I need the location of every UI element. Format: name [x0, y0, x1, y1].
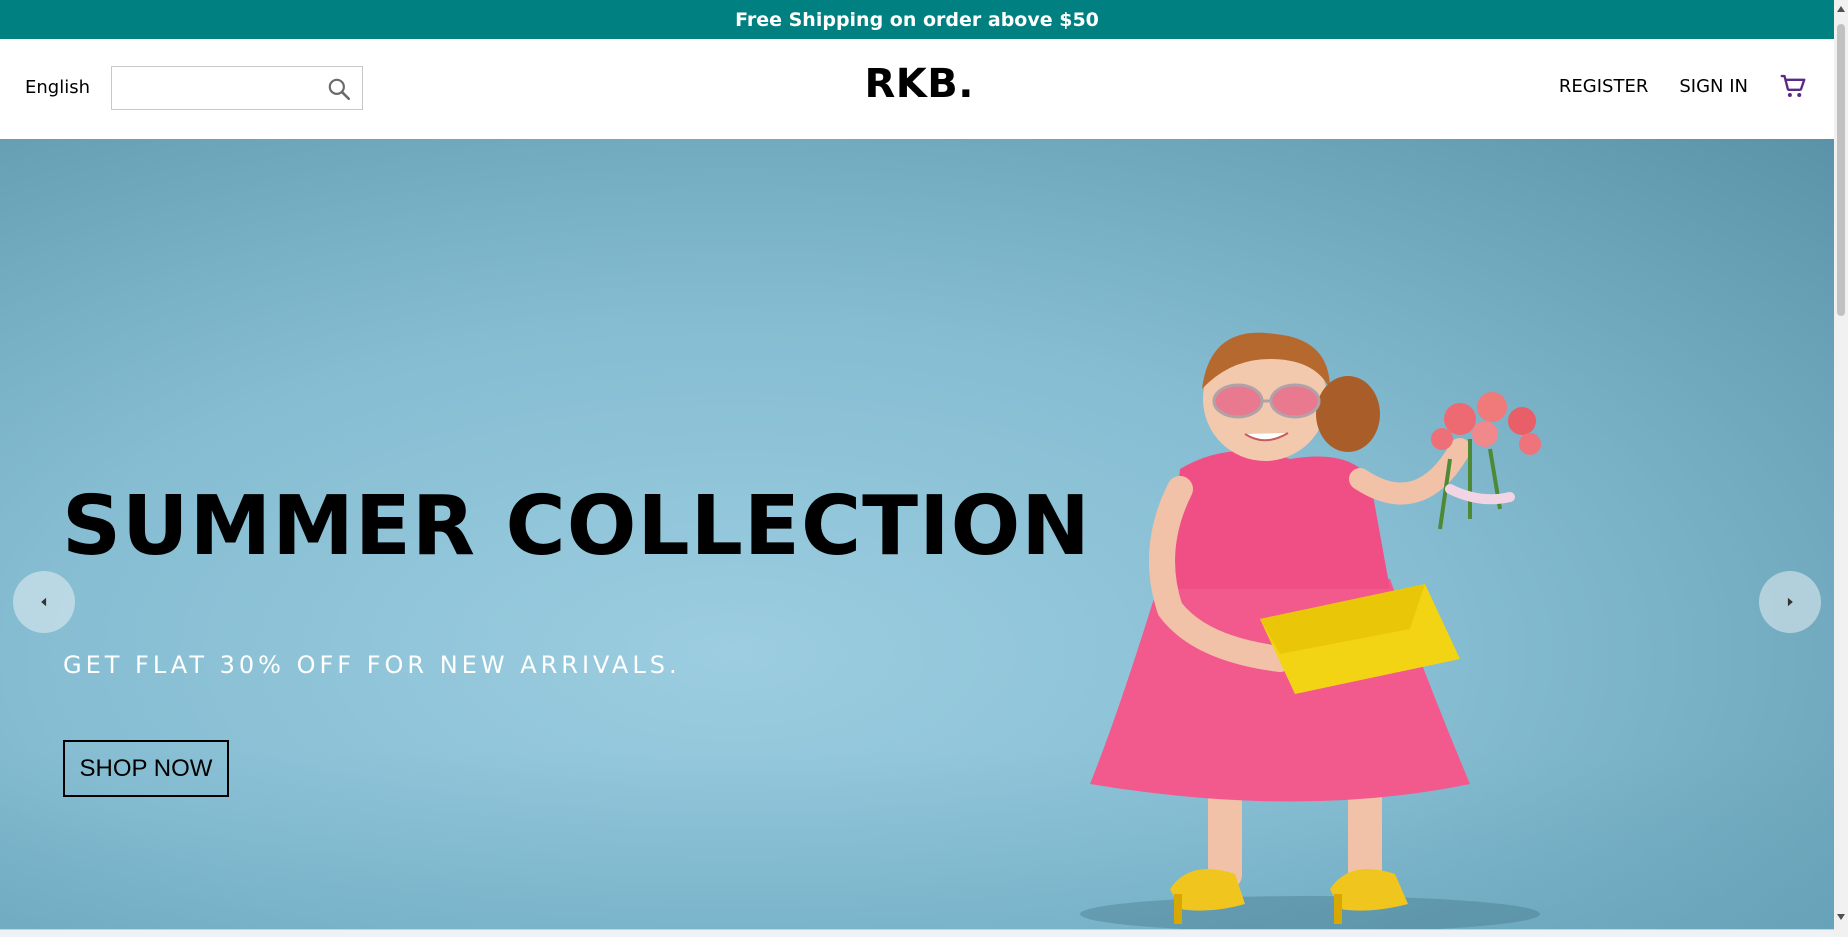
scroll-down-arrow-icon[interactable]: [1837, 914, 1845, 920]
search-box: [111, 66, 363, 110]
scroll-up-arrow-icon[interactable]: [1837, 6, 1845, 12]
hero-slider: SUMMER COLLECTION GET FLAT 30% OFF FOR N…: [0, 139, 1834, 929]
announcement-bar: Free Shipping on order above $50: [0, 0, 1834, 39]
search-icon[interactable]: [326, 76, 352, 102]
register-link[interactable]: REGISTER: [1559, 76, 1648, 97]
announcement-text: Free Shipping on order above $50: [735, 8, 1099, 31]
hero-subtitle: GET FLAT 30% OFF FOR NEW ARRIVALS.: [63, 651, 681, 679]
shop-now-button[interactable]: SHOP NOW: [63, 740, 229, 797]
page: Free Shipping on order above $50 English…: [0, 0, 1848, 937]
shopping-cart-icon[interactable]: [1778, 71, 1808, 101]
slider-next-button[interactable]: [1759, 571, 1821, 633]
sign-in-link[interactable]: SIGN IN: [1679, 76, 1748, 97]
vertical-scrollbar[interactable]: [1834, 0, 1848, 937]
bottom-edge: [0, 929, 1834, 937]
language-selector[interactable]: English: [25, 77, 90, 98]
hero-image: [1080, 332, 1541, 929]
scrollbar-thumb[interactable]: [1837, 24, 1845, 316]
chevron-right-icon: [1787, 597, 1793, 607]
navbar: English RKB. REGISTER SIGN IN: [0, 39, 1834, 139]
nav-actions: REGISTER SIGN IN: [1528, 71, 1808, 101]
slider-prev-button[interactable]: [13, 571, 75, 633]
hero-title: SUMMER COLLECTION: [62, 479, 1091, 574]
site-logo[interactable]: RKB.: [864, 61, 973, 107]
chevron-left-icon: [41, 597, 47, 607]
search-input[interactable]: [112, 67, 333, 109]
